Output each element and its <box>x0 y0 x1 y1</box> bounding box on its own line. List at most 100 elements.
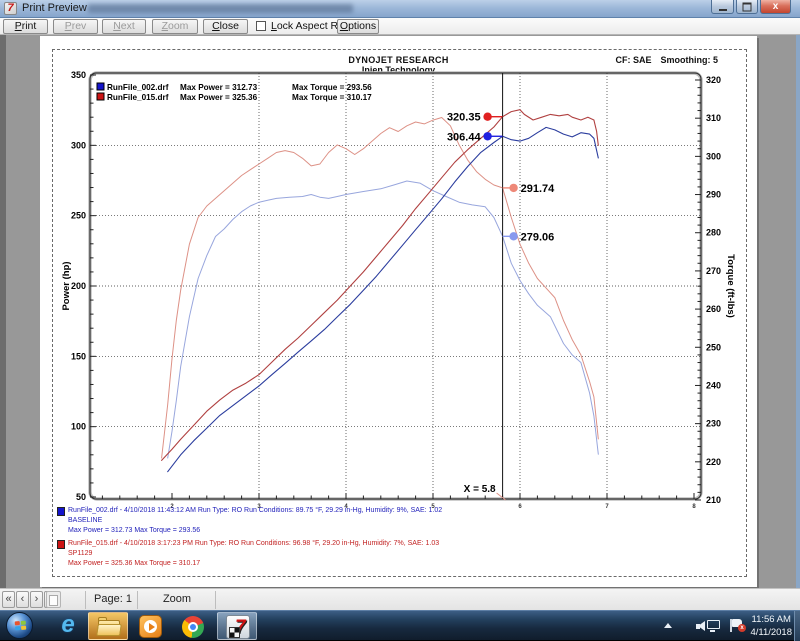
start-button[interactable] <box>6 612 33 639</box>
zoom-out-button[interactable]: Zoom Out <box>152 19 198 34</box>
legend-swatch-1 <box>97 93 104 100</box>
svg-text:200: 200 <box>71 281 86 291</box>
svg-text:260: 260 <box>706 304 721 314</box>
window-title: Print Preview <box>22 2 87 14</box>
callout-value-0: 320.35 <box>447 112 481 124</box>
legend-file-0: RunFile_002.drf <box>107 83 169 92</box>
action-center-alert-badge: x <box>738 624 746 632</box>
media-player-icon <box>139 615 162 638</box>
print-page: DYNOJET RESEARCH Injen Technology CF: SA… <box>40 36 757 587</box>
tray-expand-icon[interactable] <box>664 623 672 628</box>
svg-text:100: 100 <box>71 422 86 432</box>
legend-power-0: Max Power = 312.73 <box>180 83 258 92</box>
cursor-x-label: X = 5.8 <box>464 484 496 495</box>
legend-torque-0: Max Torque = 293.56 <box>292 83 372 92</box>
zoom-indicator: Zoom <box>140 593 214 605</box>
run2-conditions: RunFile_015.drf - 4/10/2018 3:17:23 PM R… <box>68 539 717 549</box>
app-icon: 7 <box>4 2 17 15</box>
run-annotation-baseline: RunFile_002.drf - 4/10/2018 11:43:12 AM … <box>57 506 717 536</box>
taskbar-windows-explorer[interactable] <box>88 612 128 640</box>
statusbar-separator <box>137 591 138 609</box>
statusbar-separator <box>85 591 86 609</box>
close-window-button[interactable]: x <box>760 0 791 14</box>
window-right-border <box>796 35 800 588</box>
callout-dot-2 <box>509 184 517 192</box>
run2-color-swatch <box>57 540 65 549</box>
close-icon: x <box>773 2 779 12</box>
svg-text:250: 250 <box>71 211 86 221</box>
prev-button[interactable]: Prev <box>53 19 98 34</box>
close-button[interactable]: Close <box>203 19 248 34</box>
network-icon[interactable] <box>707 620 720 629</box>
run2-label: SP1129 <box>68 549 717 559</box>
print-button[interactable]: Print <box>3 19 48 34</box>
svg-text:300: 300 <box>706 151 721 161</box>
svg-text:310: 310 <box>706 113 721 123</box>
desktop: { "window": { "title": "Print Preview" }… <box>0 0 800 640</box>
titlebar[interactable]: 7 Print Preview x <box>0 0 800 18</box>
svg-text:300: 300 <box>71 140 86 150</box>
dyno-chart: 5010015020025030035021022023024025026027… <box>40 36 757 587</box>
run1-conditions: RunFile_002.drf - 4/10/2018 11:43:12 AM … <box>68 506 717 516</box>
svg-text:350: 350 <box>71 70 86 80</box>
svg-text:50: 50 <box>76 492 86 502</box>
taskbar-dynojet-winpep[interactable]: 7 <box>217 612 257 640</box>
svg-text:150: 150 <box>71 351 86 361</box>
callout-dot-0 <box>483 113 491 121</box>
preview-left-edge <box>0 35 6 588</box>
lock-aspect-ratio-checkbox[interactable] <box>256 21 266 31</box>
maximize-button[interactable] <box>736 0 758 14</box>
taskbar-internet-explorer[interactable]: e <box>48 612 88 640</box>
page-indicator: Page: 1 <box>90 593 136 605</box>
callout-value-2: 291.74 <box>521 183 556 195</box>
internet-explorer-icon: e <box>61 613 74 637</box>
page-setup-button[interactable] <box>46 591 61 608</box>
minimize-icon <box>719 9 727 11</box>
run1-label: BASELINE <box>68 516 717 526</box>
taskbar-clock[interactable]: 11:56 AM 4/11/2018 <box>750 613 792 639</box>
legend-torque-1: Max Torque = 310.17 <box>292 93 372 102</box>
torque-axis-label: Torque (ft-lbs) <box>725 254 736 318</box>
svg-text:270: 270 <box>706 266 721 276</box>
svg-text:320: 320 <box>706 75 721 85</box>
next-page-button[interactable]: › <box>30 591 43 608</box>
taskbar-chrome[interactable] <box>173 612 213 640</box>
taskbar-media-player[interactable] <box>131 612 171 640</box>
run-annotation-sp1129: RunFile_015.drf - 4/10/2018 3:17:23 PM R… <box>57 539 717 569</box>
svg-text:290: 290 <box>706 190 721 200</box>
run1-max-values: Max Power = 312.73 Max Torque = 293.56 <box>68 526 717 536</box>
clock-date: 4/11/2018 <box>750 626 792 639</box>
page-icon <box>49 595 58 606</box>
callout-value-1: 306.44 <box>447 131 482 143</box>
taskbar: e 7 x 11:56 AM 4/11/2018 <box>0 610 800 640</box>
chrome-icon <box>182 616 204 638</box>
prev-page-button[interactable]: ‹ <box>16 591 29 608</box>
print-preview-toolbar: Print Prev Next Zoom Out Close Lock Aspe… <box>0 18 800 35</box>
run2-max-values: Max Power = 325.36 Max Torque = 310.17 <box>68 559 717 569</box>
statusbar-separator <box>215 591 216 609</box>
svg-text:230: 230 <box>706 419 721 429</box>
show-desktop-button[interactable] <box>794 611 800 641</box>
svg-text:210: 210 <box>706 495 721 505</box>
run1-color-swatch <box>57 507 65 516</box>
title-path-text-blurred <box>88 4 353 13</box>
options-button[interactable]: Options <box>337 19 379 34</box>
callout-value-3: 279.06 <box>521 231 555 243</box>
svg-text:220: 220 <box>706 457 721 467</box>
clock-time: 11:56 AM <box>750 613 792 626</box>
svg-text:280: 280 <box>706 228 721 238</box>
callout-dot-3 <box>509 232 517 240</box>
action-center-flag-icon[interactable]: x <box>732 619 742 627</box>
preview-area: DYNOJET RESEARCH Injen Technology CF: SA… <box>0 35 800 588</box>
windows-logo-icon <box>15 621 27 632</box>
next-button[interactable]: Next <box>102 19 146 34</box>
callout-dot-1 <box>483 132 491 140</box>
minimize-button[interactable] <box>711 0 734 14</box>
restore-icon <box>743 2 752 11</box>
first-page-button[interactable]: « <box>2 591 15 608</box>
legend-swatch-0 <box>97 83 104 90</box>
statusbar: « ‹ › » Page: 1 Zoom <box>0 588 800 610</box>
svg-text:250: 250 <box>706 342 721 352</box>
dynojet-icon: 7 <box>226 615 250 639</box>
power-axis-label: Power (hp) <box>61 261 72 310</box>
